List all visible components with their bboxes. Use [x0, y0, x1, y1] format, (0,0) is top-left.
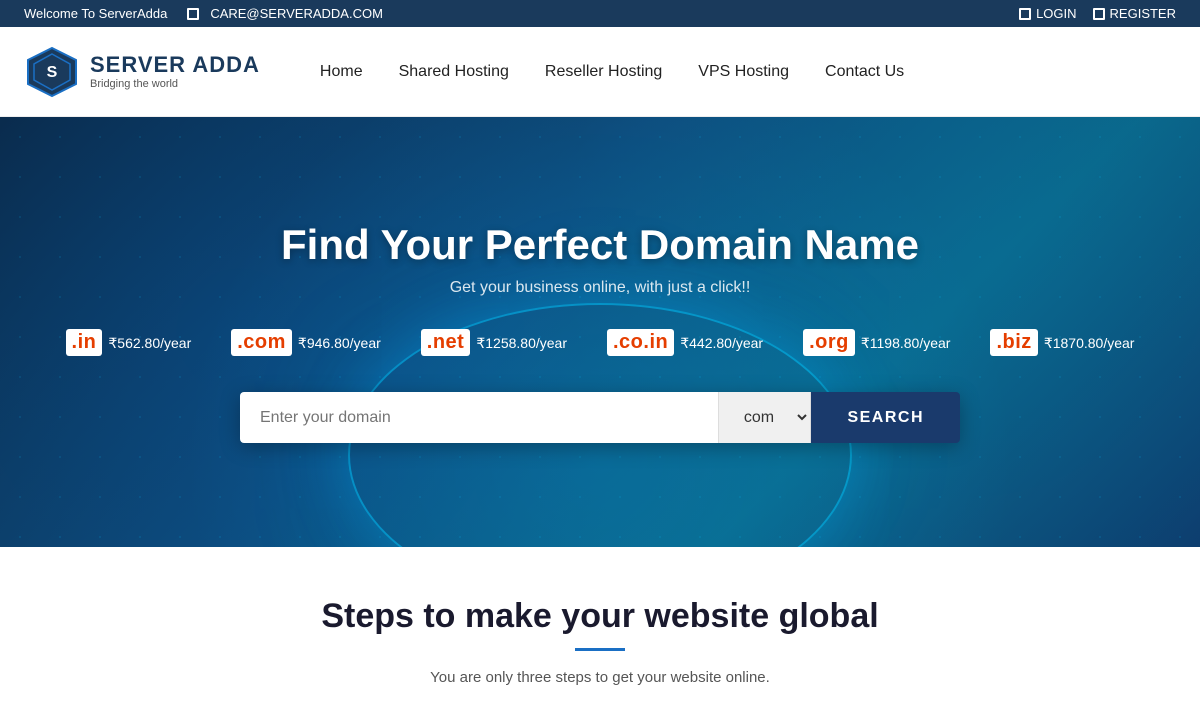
- domain-ext: .org: [803, 329, 855, 356]
- domain-item: .co.in ₹442.80/year: [607, 329, 763, 356]
- login-icon: [1019, 8, 1031, 20]
- steps-subtitle: You are only three steps to get your web…: [24, 669, 1176, 686]
- register-icon: [1093, 8, 1105, 20]
- domain-search-input[interactable]: [240, 392, 718, 443]
- navbar: S SERVER ADDA Bridging the world Home Sh…: [0, 27, 1200, 117]
- top-bar-left: Welcome To ServerAdda CARE@SERVERADDA.CO…: [24, 6, 383, 21]
- domain-ext: .net: [421, 329, 471, 356]
- hero-content: Find Your Perfect Domain Name Get your b…: [0, 221, 1200, 443]
- domain-price: ₹562.80/year: [108, 335, 191, 352]
- logo-icon: S: [24, 44, 80, 100]
- nav-shared-hosting[interactable]: Shared Hosting: [399, 63, 509, 81]
- logo-tagline: Bridging the world: [90, 78, 260, 90]
- steps-section: Steps to make your website global You ar…: [0, 547, 1200, 716]
- domain-price: ₹1870.80/year: [1044, 335, 1135, 352]
- domain-item: .org ₹1198.80/year: [803, 329, 950, 356]
- tld-select[interactable]: com in net org: [718, 392, 811, 443]
- domain-ext: .co.in: [607, 329, 674, 356]
- hero-section: Find Your Perfect Domain Name Get your b…: [0, 117, 1200, 547]
- logo-name: SERVER ADDA: [90, 54, 260, 76]
- domain-ext: .biz: [990, 329, 1037, 356]
- domain-price: ₹1258.80/year: [476, 335, 567, 352]
- hero-title: Find Your Perfect Domain Name: [0, 221, 1200, 269]
- steps-divider: [575, 648, 625, 651]
- search-button[interactable]: SEARCH: [811, 392, 960, 443]
- hero-subtitle: Get your business online, with just a cl…: [0, 279, 1200, 297]
- search-bar: com in net org SEARCH: [240, 392, 960, 443]
- domain-item: .in ₹562.80/year: [66, 329, 192, 356]
- svg-text:S: S: [47, 64, 58, 81]
- email-link[interactable]: CARE@SERVERADDA.COM: [187, 6, 383, 21]
- nav-contact-us[interactable]: Contact Us: [825, 63, 904, 81]
- logo-text: SERVER ADDA Bridging the world: [90, 54, 260, 90]
- domain-item: .com ₹946.80/year: [231, 329, 381, 356]
- login-link[interactable]: LOGIN: [1019, 6, 1076, 21]
- top-bar: Welcome To ServerAdda CARE@SERVERADDA.CO…: [0, 0, 1200, 27]
- register-link[interactable]: REGISTER: [1093, 6, 1176, 21]
- domain-price: ₹1198.80/year: [861, 335, 951, 352]
- domain-item: .net ₹1258.80/year: [421, 329, 567, 356]
- domain-ext: .in: [66, 329, 103, 356]
- top-bar-right: LOGIN REGISTER: [1019, 6, 1176, 21]
- domain-ext: .com: [231, 329, 292, 356]
- email-icon: [187, 8, 199, 20]
- domain-price: ₹442.80/year: [680, 335, 763, 352]
- domain-prices: .in ₹562.80/year .com ₹946.80/year .net …: [0, 329, 1200, 356]
- welcome-text: Welcome To ServerAdda: [24, 6, 167, 21]
- domain-price: ₹946.80/year: [298, 335, 381, 352]
- logo-area: S SERVER ADDA Bridging the world: [24, 44, 260, 100]
- domain-item: .biz ₹1870.80/year: [990, 329, 1134, 356]
- nav-vps-hosting[interactable]: VPS Hosting: [698, 63, 789, 81]
- nav-reseller-hosting[interactable]: Reseller Hosting: [545, 63, 662, 81]
- nav-links: Home Shared Hosting Reseller Hosting VPS…: [320, 63, 904, 81]
- nav-home[interactable]: Home: [320, 63, 363, 81]
- steps-title: Steps to make your website global: [24, 597, 1176, 636]
